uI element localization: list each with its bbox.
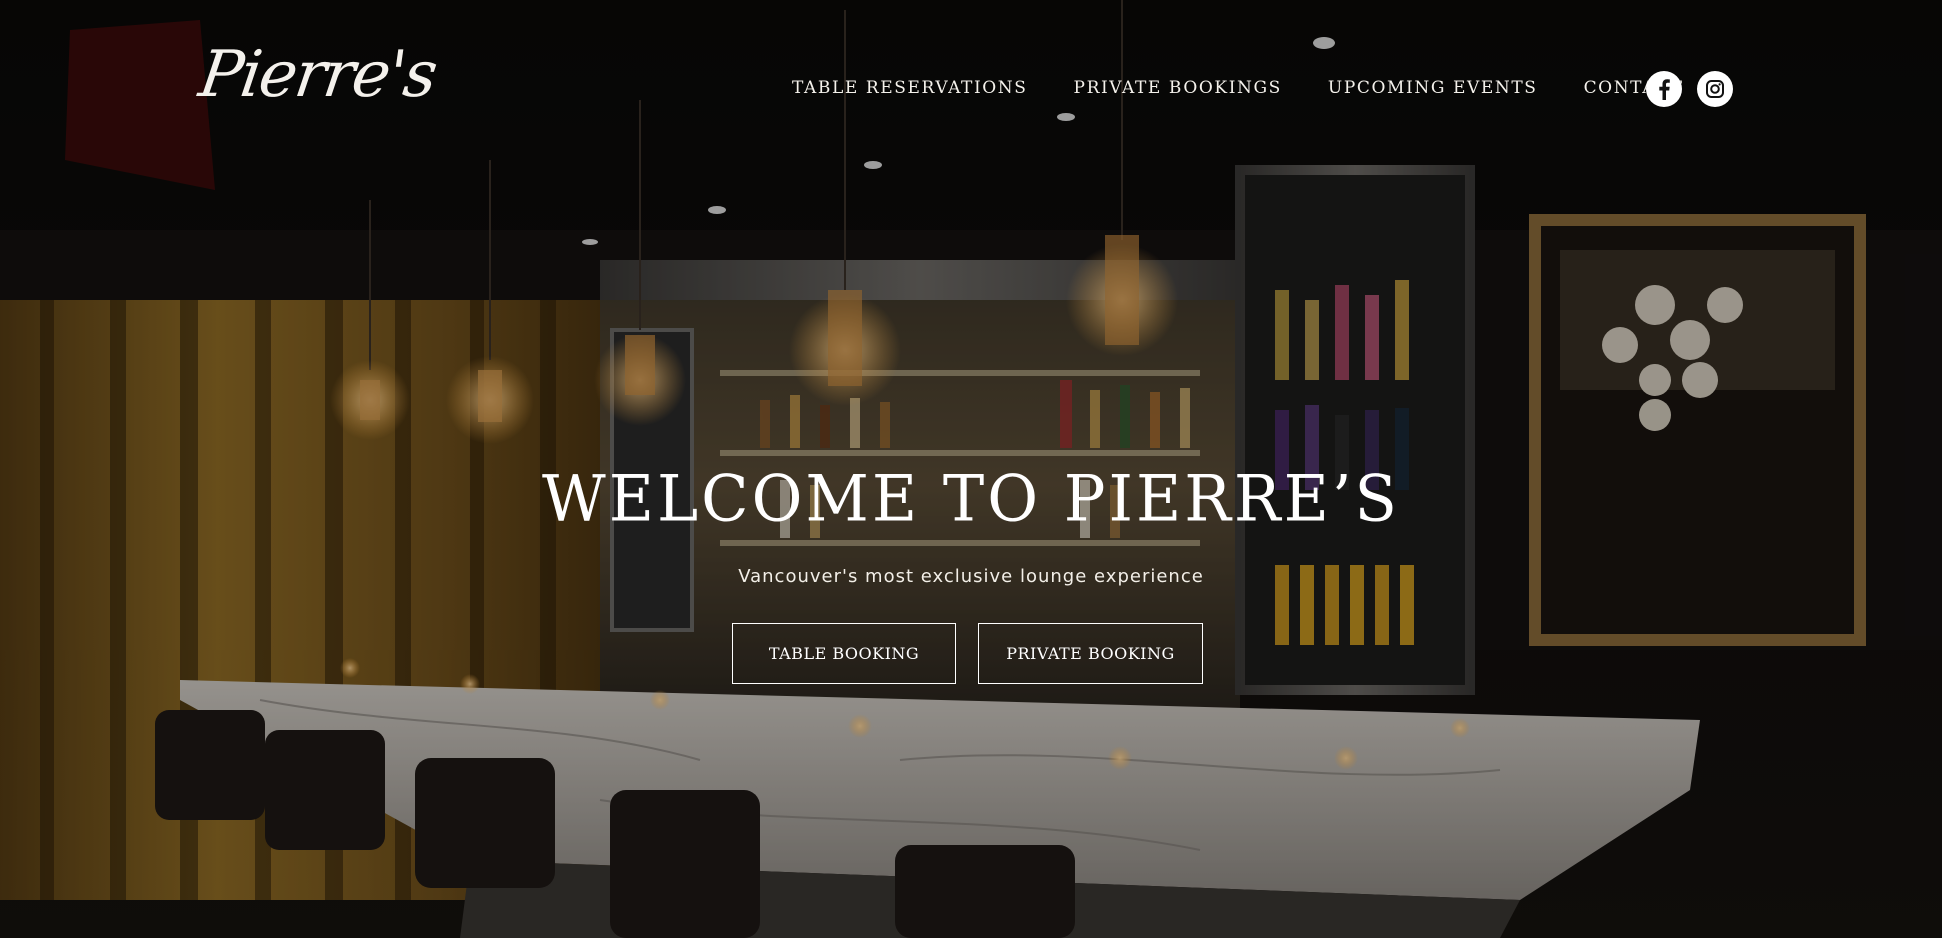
nav-item-table-reservations[interactable]: TABLE RESERVATIONS: [792, 78, 1028, 98]
main-nav: TABLE RESERVATIONS PRIVATE BOOKINGS UPCO…: [792, 78, 1684, 98]
hero-headline: WELCOME TO PIERRE’S: [541, 461, 1401, 536]
nav-item-upcoming-events[interactable]: UPCOMING EVENTS: [1328, 78, 1538, 98]
private-booking-button[interactable]: PRIVATE BOOKING: [978, 623, 1203, 684]
nav-item-private-bookings[interactable]: PRIVATE BOOKINGS: [1074, 78, 1282, 98]
instagram-icon[interactable]: [1697, 71, 1733, 107]
social-links: [1646, 71, 1733, 107]
hero-subheadline: Vancouver's most exclusive lounge experi…: [738, 566, 1204, 587]
hero-cta-group: TABLE BOOKING PRIVATE BOOKING: [732, 623, 1203, 684]
hero-section: Pierre's TABLE RESERVATIONS PRIVATE BOOK…: [0, 0, 1942, 938]
table-booking-button[interactable]: TABLE BOOKING: [732, 623, 956, 684]
facebook-icon[interactable]: [1646, 71, 1682, 107]
brand-logo[interactable]: Pierre's: [195, 38, 440, 112]
